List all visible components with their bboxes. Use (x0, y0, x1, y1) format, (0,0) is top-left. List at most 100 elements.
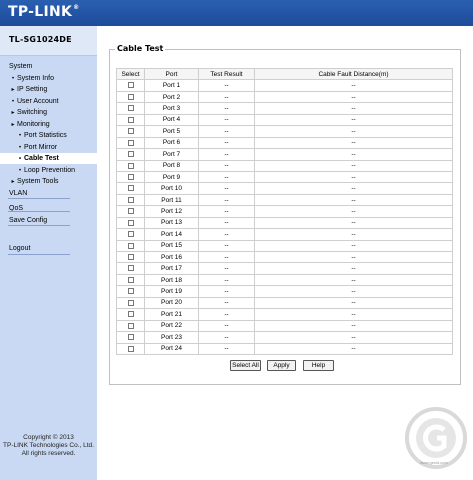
sidebar-item-label: System (9, 63, 33, 70)
test-result-cell: -- (198, 148, 255, 161)
port-cell: Port 23 (144, 331, 199, 344)
port-select-checkbox[interactable] (127, 93, 134, 100)
sidebar-item-qos[interactable]: QoS (0, 203, 97, 214)
test-result-cell: -- (198, 285, 255, 298)
select-cell (116, 90, 145, 104)
port-select-checkbox[interactable] (127, 173, 134, 180)
port-select-checkbox[interactable] (127, 116, 134, 123)
port-cell: Port 14 (144, 228, 199, 241)
port-select-checkbox[interactable] (127, 82, 134, 89)
port-select-checkbox[interactable] (127, 299, 134, 306)
port-select-checkbox[interactable] (127, 322, 134, 329)
port-select-checkbox[interactable] (127, 242, 134, 249)
copyright: Copyright © 2013 TP-LINK Technologies Co… (3, 434, 94, 457)
fault-distance-cell: -- (254, 342, 453, 355)
sidebar-item-user-account[interactable]: • User Account (0, 96, 97, 107)
port-cell: Port 19 (144, 285, 199, 298)
sidebar-item-cable-test[interactable]: • Cable Test (0, 153, 97, 164)
header-bar: TP-LINK® (0, 0, 473, 26)
select-cell (116, 342, 145, 355)
sidebar-item-port-statistics[interactable]: • Port Statistics (0, 130, 97, 141)
port-select-checkbox[interactable] (127, 219, 134, 226)
test-result-cell: -- (198, 273, 255, 287)
port-select-checkbox[interactable] (127, 276, 134, 283)
table-row: Port 19 -- -- (116, 285, 453, 298)
port-select-checkbox[interactable] (127, 151, 134, 158)
port-select-checkbox[interactable] (127, 288, 134, 295)
port-select-checkbox[interactable] (127, 265, 134, 272)
table-row: Port 13 -- -- (116, 216, 453, 230)
port-cell: Port 6 (144, 136, 199, 150)
test-result-cell: -- (198, 79, 255, 92)
sidebar-item-system-info[interactable]: • System Info (0, 73, 97, 84)
table-row: Port 23 -- -- (116, 331, 453, 344)
table-row: Port 11 -- -- (116, 193, 453, 207)
table-row: Port 20 -- -- (116, 296, 453, 310)
select-cell (116, 170, 145, 184)
table-row: Port 14 -- -- (116, 228, 453, 241)
sidebar-item-label: Save Config (9, 217, 48, 224)
sidebar-item-system-tools[interactable]: ▸ System Tools (0, 176, 97, 187)
select-cell (116, 319, 145, 333)
sidebar-item-monitoring[interactable]: ▸ Monitoring (0, 119, 97, 130)
sidebar-item-label: System Tools (17, 178, 59, 185)
model-header: TL-SG1024DE (0, 26, 97, 56)
port-select-checkbox[interactable] (127, 254, 134, 260)
test-result-cell: -- (198, 113, 255, 127)
port-select-checkbox[interactable] (127, 334, 134, 341)
port-cell: Port 1 (144, 79, 199, 92)
table-row: Port 21 -- -- (116, 308, 453, 321)
sidebar-item-port-mirror[interactable]: • Port Mirror (0, 142, 97, 153)
select-cell (116, 239, 145, 253)
table-row: Port 8 -- -- (116, 159, 453, 172)
port-select-checkbox[interactable] (127, 185, 134, 192)
select-all-button[interactable]: Select All (230, 360, 261, 371)
col-header-fault-distance: Cable Fault Distance(m) (254, 67, 453, 81)
fault-distance-cell: -- (254, 125, 453, 138)
nav-divider (8, 225, 70, 226)
port-cell: Port 22 (144, 319, 199, 333)
port-select-checkbox[interactable] (127, 231, 134, 238)
port-select-checkbox[interactable] (127, 128, 134, 135)
port-cell: Port 10 (144, 182, 199, 195)
port-select-checkbox[interactable] (127, 208, 134, 215)
test-result-cell: -- (198, 342, 255, 355)
sidebar-item-loop-prevention[interactable]: • Loop Prevention (0, 165, 97, 176)
port-select-checkbox[interactable] (127, 139, 134, 146)
tp-link-logo: TP-LINK® (8, 4, 80, 20)
table-row: Port 18 -- -- (116, 273, 453, 287)
sidebar-item-label: IP Setting (17, 86, 48, 93)
fault-distance-cell: -- (254, 148, 453, 161)
sidebar-item-logout[interactable]: Logout (0, 243, 97, 254)
sidebar-item-ip-setting[interactable]: ▸ IP Setting (0, 84, 97, 95)
nav-divider (8, 254, 70, 255)
test-result-cell: -- (198, 228, 255, 241)
test-result-cell: -- (198, 262, 255, 275)
table-row: Port 15 -- -- (116, 239, 453, 253)
apply-button[interactable]: Apply (267, 360, 296, 371)
select-cell (116, 285, 145, 298)
select-cell (116, 205, 145, 218)
select-cell (116, 296, 145, 310)
select-cell (116, 193, 145, 207)
table-row: Port 16 -- -- (116, 250, 453, 264)
port-select-checkbox[interactable] (127, 105, 134, 112)
port-select-checkbox[interactable] (127, 162, 134, 169)
port-select-checkbox[interactable] (127, 196, 134, 203)
table-row: Port 7 -- -- (116, 148, 453, 161)
select-cell (116, 273, 145, 287)
test-result-cell: -- (198, 331, 255, 344)
test-result-cell: -- (198, 102, 255, 115)
fault-distance-cell: -- (254, 205, 453, 218)
fault-distance-cell: -- (254, 262, 453, 275)
nav-divider (8, 198, 70, 199)
sidebar-item-switching[interactable]: ▸ Switching (0, 107, 97, 118)
nav-divider (8, 211, 70, 212)
help-button[interactable]: Help (303, 360, 334, 371)
table-row: Port 12 -- -- (116, 205, 453, 218)
test-result-cell: -- (198, 159, 255, 172)
port-select-checkbox[interactable] (127, 311, 134, 318)
test-result-cell: -- (198, 205, 255, 218)
port-select-checkbox[interactable] (127, 345, 134, 352)
table-row: Port 10 -- -- (116, 182, 453, 195)
